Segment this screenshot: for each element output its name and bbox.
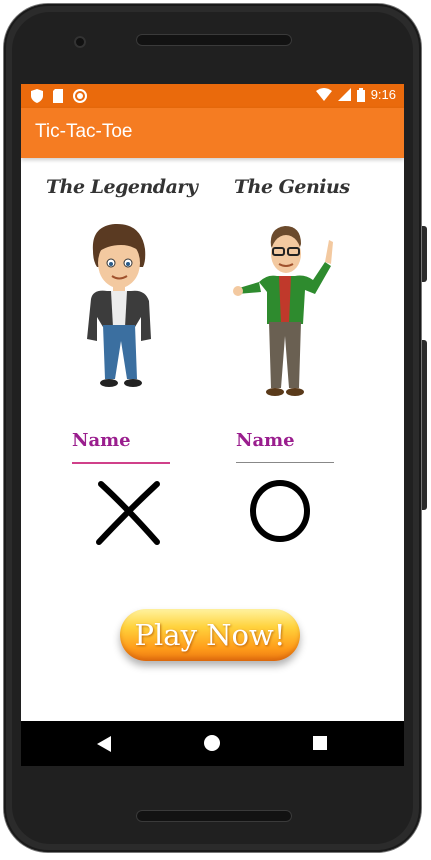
app-title: Tic-Tac-Toe: [35, 121, 133, 142]
player-one-name-input[interactable]: Name: [72, 430, 131, 451]
status-icons-left: [31, 89, 87, 103]
recents-icon[interactable]: [313, 736, 327, 750]
volume-button: [422, 340, 427, 510]
navigation-bar: [21, 721, 404, 766]
battery-icon: [356, 87, 365, 102]
status-bar: 9:16: [21, 84, 404, 108]
player-two-name-input[interactable]: Name: [236, 430, 295, 451]
back-icon[interactable]: [97, 736, 111, 752]
home-icon[interactable]: [204, 735, 220, 751]
front-camera: [74, 36, 86, 48]
record-icon: [73, 89, 87, 103]
player-two-title: The Genius: [234, 176, 350, 198]
player-one-name-underline: [72, 462, 170, 464]
screen: 9:16 Tic-Tac-Toe The Legendary Name The …: [21, 84, 404, 766]
app-bar: Tic-Tac-Toe: [21, 108, 404, 158]
man-glasses-avatar-icon: [233, 226, 333, 396]
player-two-name-underline: [236, 462, 334, 463]
power-button: [422, 226, 427, 282]
x-mark-icon: [96, 481, 160, 545]
wifi-icon: [315, 88, 332, 101]
status-time: 9:16: [370, 87, 396, 102]
player-one-title: The Legendary: [46, 176, 198, 198]
sim-card-icon: [53, 89, 63, 103]
status-icons-right: 9:16: [315, 87, 396, 102]
play-now-label: Play Now!: [134, 618, 286, 652]
o-mark-icon: [250, 480, 310, 542]
bottom-speaker: [136, 810, 292, 822]
shield-icon: [31, 89, 43, 103]
play-now-button[interactable]: Play Now!: [120, 609, 300, 661]
top-speaker: [136, 34, 292, 46]
man-avatar-icon: [87, 223, 151, 387]
cell-signal-icon: [337, 88, 351, 101]
